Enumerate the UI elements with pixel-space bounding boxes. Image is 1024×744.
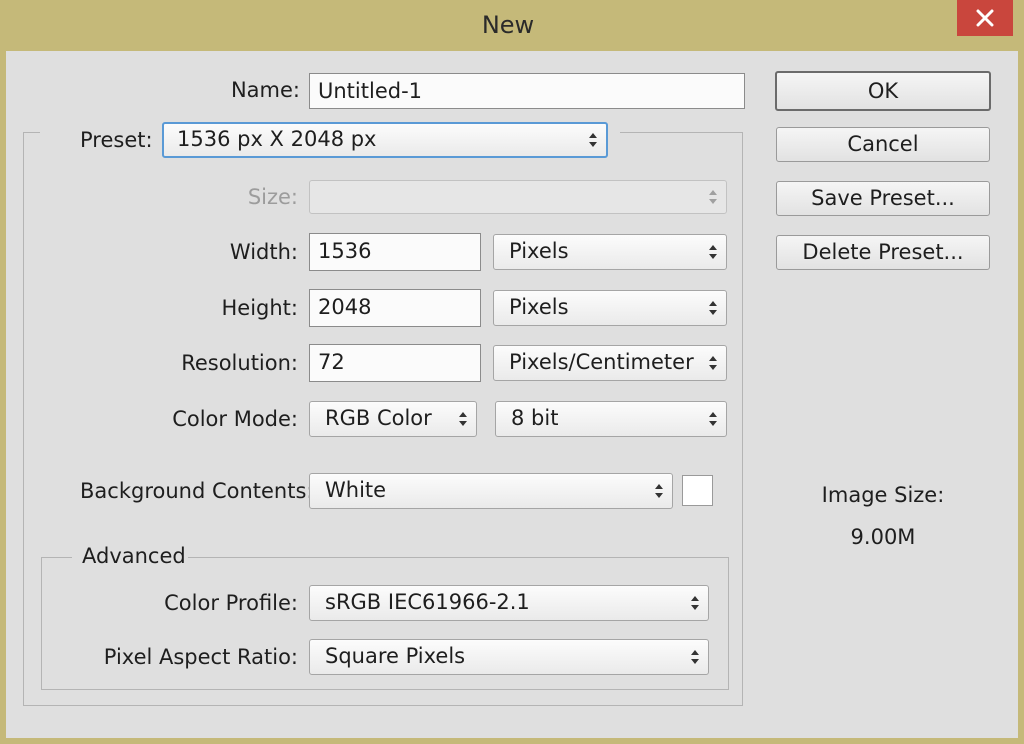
height-label: Height: [221, 296, 299, 320]
background-contents-label: Background Contents: [80, 479, 314, 503]
preset-label: Preset: [80, 128, 153, 152]
pixel-aspect-ratio-label: Pixel Aspect Ratio: [103, 645, 298, 669]
size-select [309, 180, 727, 214]
updown-arrows-icon [691, 650, 699, 664]
updown-arrows-icon [709, 356, 717, 370]
updown-arrows-icon [709, 245, 717, 259]
close-button[interactable] [957, 0, 1013, 36]
height-unit-select[interactable]: Pixels [493, 290, 727, 326]
width-unit-value: Pixels [509, 239, 569, 263]
bit-depth-select[interactable]: 8 bit [495, 401, 727, 437]
image-size-value: 9.00M [850, 525, 916, 549]
updown-arrows-icon [459, 412, 467, 426]
resolution-field[interactable]: 72 [309, 344, 481, 382]
updown-arrows-icon [691, 596, 699, 610]
bit-depth-value: 8 bit [511, 406, 559, 430]
background-color-swatch[interactable] [682, 475, 713, 506]
color-profile-select[interactable]: sRGB IEC61966-2.1 [309, 585, 709, 621]
delete-preset-button[interactable]: Delete Preset... [776, 235, 990, 270]
pixel-aspect-ratio-value: Square Pixels [325, 644, 466, 668]
cancel-button[interactable]: Cancel [776, 127, 990, 162]
updown-arrows-icon [709, 301, 717, 315]
color-mode-select[interactable]: RGB Color [309, 401, 477, 437]
resolution-label: Resolution: [181, 351, 298, 375]
updown-arrows-icon [709, 190, 717, 204]
width-label: Width: [229, 240, 298, 264]
size-label: Size: [247, 185, 298, 209]
window-title: New [481, 11, 535, 39]
image-size-label: Image Size: [821, 483, 945, 507]
color-mode-value: RGB Color [325, 406, 432, 430]
width-unit-select[interactable]: Pixels [493, 234, 727, 270]
background-contents-select[interactable]: White [309, 473, 673, 509]
updown-arrows-icon [655, 484, 663, 498]
pixel-aspect-ratio-select[interactable]: Square Pixels [309, 639, 709, 675]
updown-arrows-icon [589, 133, 597, 147]
resolution-unit-select[interactable]: Pixels/Centimeter [493, 345, 727, 381]
preset-select[interactable]: 1536 px X 2048 px [162, 122, 608, 158]
updown-arrows-icon [709, 412, 717, 426]
background-contents-value: White [325, 478, 387, 502]
ok-button[interactable]: OK [775, 71, 991, 111]
color-profile-label: Color Profile: [164, 591, 298, 615]
color-profile-value: sRGB IEC61966-2.1 [325, 590, 530, 614]
close-icon [976, 9, 994, 27]
height-unit-value: Pixels [509, 295, 569, 319]
width-field[interactable]: 1536 [309, 233, 481, 271]
height-field[interactable]: 2048 [309, 289, 481, 327]
name-field[interactable]: Untitled-1 [309, 73, 745, 109]
preset-select-value: 1536 px X 2048 px [177, 127, 377, 151]
name-label: Name: [230, 78, 300, 102]
save-preset-button[interactable]: Save Preset... [776, 181, 990, 216]
resolution-unit-value: Pixels/Centimeter [509, 350, 694, 374]
advanced-legend: Advanced [82, 544, 186, 568]
color-mode-label: Color Mode: [172, 407, 298, 431]
